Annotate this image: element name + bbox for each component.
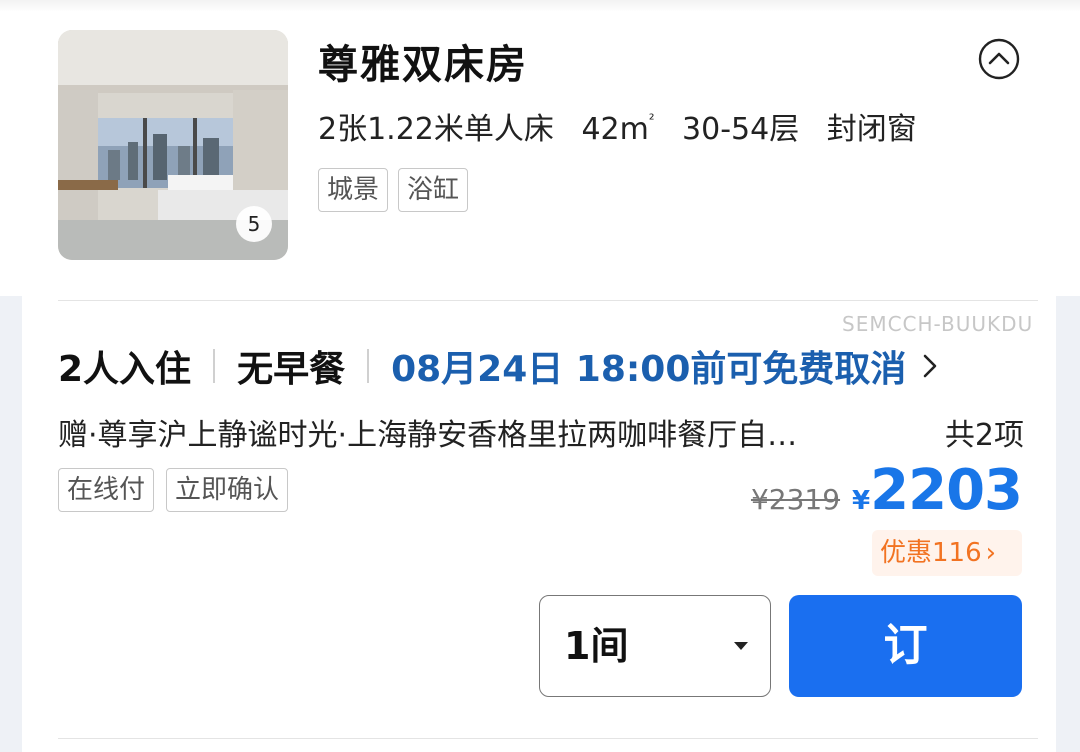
chevron-up-circle-icon — [978, 38, 1020, 80]
current-price: 2203 — [870, 458, 1023, 523]
gift-row[interactable]: 赠·尊享沪上静谧时光·上海静安香格里拉两咖啡餐厅自… 共2项 — [58, 410, 1024, 454]
discount-arrow-icon: › — [985, 538, 997, 568]
area-info: 42m² — [581, 112, 654, 147]
collapse-button[interactable] — [978, 38, 1020, 80]
payment-tags: 在线付 立即确认 — [58, 468, 289, 512]
tag-bathtub: 浴缸 — [398, 168, 469, 212]
room-tags: 城景 浴缸 — [318, 168, 469, 212]
separator — [367, 349, 370, 383]
tag-instant-confirm: 立即确认 — [166, 468, 289, 512]
room-quantity-select[interactable]: 1间 — [539, 595, 771, 697]
area-unit-sup: ² — [648, 112, 655, 128]
room-quantity-value: 1间 — [564, 624, 629, 668]
discount-text: 优惠116 — [880, 538, 982, 568]
chevron-right-icon — [924, 354, 937, 378]
discount-badge[interactable]: 优惠116 › — [872, 530, 1022, 576]
room-title: 尊雅双床房 — [318, 42, 528, 88]
original-price: ¥2319 — [750, 483, 841, 516]
area-value: 42m — [581, 112, 649, 147]
tag-online-pay: 在线付 — [58, 468, 155, 512]
separator — [213, 349, 216, 383]
caret-down-icon — [734, 642, 748, 650]
book-button[interactable]: 订 — [789, 595, 1022, 697]
room-photo[interactable]: 5 — [58, 30, 288, 260]
guest-count: 2人入住 — [58, 349, 192, 390]
top-shade — [0, 0, 1080, 12]
room-summary-card: 5 尊雅双床房 2张1.22米单人床 42m² 30-54层 封闭窗 城景 浴缸 — [0, 0, 1080, 296]
policy-row[interactable]: 2人入住 无早餐 08月24日 18:00前可免费取消 — [58, 340, 940, 392]
price-block: ¥2319 ¥ 2203 — [750, 458, 1023, 523]
watermark: SEMCCH-BUUKDU — [842, 312, 1034, 336]
gift-text: 赠·尊享沪上静谧时光·上海静安香格里拉两咖啡餐厅自… — [58, 418, 798, 453]
window-info: 封闭窗 — [826, 112, 917, 147]
tag-city-view: 城景 — [318, 168, 389, 212]
divider — [58, 300, 1038, 301]
photo-count-badge: 5 — [236, 206, 272, 242]
cancel-policy-link[interactable]: 08月24日 18:00前可免费取消 — [391, 340, 906, 392]
currency-symbol: ¥ — [852, 486, 871, 516]
floor-info: 30-54层 — [682, 112, 800, 147]
divider — [58, 738, 1038, 739]
room-specs: 2张1.22米单人床 42m² 30-54层 封闭窗 — [318, 104, 935, 148]
breakfast-info: 无早餐 — [237, 349, 346, 390]
gift-count: 共2项 — [944, 418, 1024, 453]
bed-info: 2张1.22米单人床 — [318, 112, 554, 147]
